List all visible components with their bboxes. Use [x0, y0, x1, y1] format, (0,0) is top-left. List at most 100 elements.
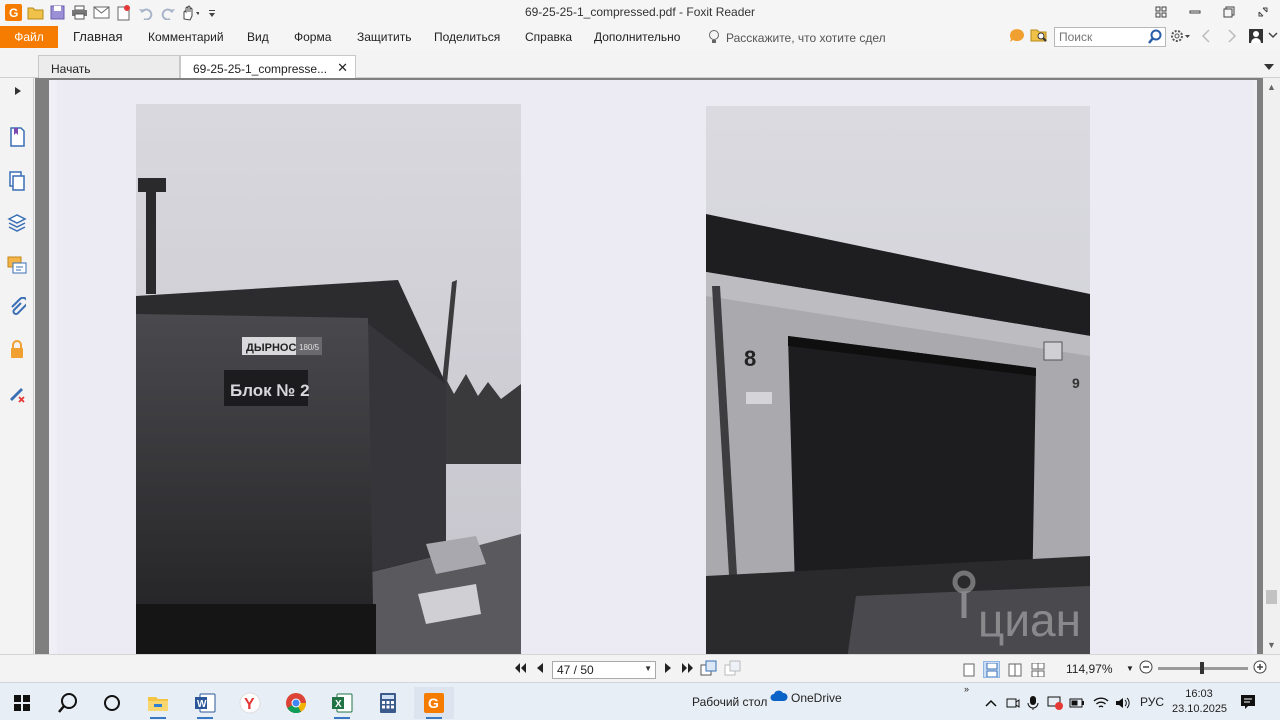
- volume-icon[interactable]: [1114, 695, 1132, 711]
- meet-now-icon[interactable]: [1004, 695, 1022, 711]
- continuous-page-icon[interactable]: [983, 661, 1000, 678]
- first-page-icon[interactable]: [514, 662, 528, 677]
- excel-icon[interactable]: X: [322, 687, 362, 719]
- pages-icon[interactable]: [6, 170, 28, 192]
- calculator-icon[interactable]: [368, 687, 408, 719]
- expand-panel-icon[interactable]: [12, 80, 24, 102]
- comments-icon[interactable]: [6, 254, 28, 276]
- nav-back-icon[interactable]: [1200, 28, 1212, 44]
- single-page-icon[interactable]: [960, 661, 977, 678]
- scrollbar-thumb[interactable]: [1266, 590, 1277, 604]
- attachments-icon[interactable]: [6, 296, 28, 318]
- nav-forward-icon[interactable]: [1226, 28, 1238, 44]
- tab-view[interactable]: Вид: [247, 30, 269, 44]
- security-icon[interactable]: [6, 338, 28, 360]
- tab-form[interactable]: Форма: [294, 30, 331, 44]
- start-button[interactable]: [2, 687, 42, 719]
- previous-page-icon[interactable]: [534, 662, 546, 677]
- svg-text:X: X: [335, 699, 342, 710]
- tell-me-box[interactable]: Расскажите, что хотите сдел: [708, 29, 886, 47]
- email-icon[interactable]: [92, 3, 111, 22]
- zoom-in-icon[interactable]: [1253, 660, 1267, 677]
- foxit-reader-icon[interactable]: G: [414, 687, 454, 719]
- account-icon[interactable]: [1248, 28, 1264, 44]
- microphone-icon[interactable]: [1024, 695, 1042, 711]
- redo-icon[interactable]: [158, 3, 177, 22]
- system-clock[interactable]: 16:03 23.10.2025: [1172, 687, 1227, 717]
- search-taskbar-icon[interactable]: [48, 687, 88, 719]
- zoom-value[interactable]: 114,97%: [1066, 662, 1112, 676]
- scroll-up-icon[interactable]: ▲: [1267, 82, 1276, 92]
- show-hidden-icons[interactable]: [982, 695, 1000, 711]
- file-explorer-icon[interactable]: [138, 687, 178, 719]
- status-bar: 47 / 50 ▼ 114,97% ▼: [0, 654, 1280, 682]
- customize-toolbar-icon[interactable]: [202, 3, 221, 22]
- collapse-ribbon-icon[interactable]: [1268, 30, 1278, 40]
- toolbar-overflow-icon[interactable]: »: [964, 684, 969, 694]
- undo-icon[interactable]: [136, 3, 155, 22]
- tab-help[interactable]: Справка: [525, 30, 572, 44]
- tab-comment[interactable]: Комментарий: [148, 30, 224, 44]
- battery-icon[interactable]: [1068, 695, 1086, 711]
- zoom-slider[interactable]: [1157, 662, 1248, 674]
- tab-share[interactable]: Поделиться: [434, 30, 500, 44]
- gate-number-left: 8: [744, 346, 756, 371]
- task-view-icon[interactable]: [92, 687, 132, 719]
- onedrive-toolbar[interactable]: OneDrive: [770, 690, 842, 705]
- feedback-icon[interactable]: [1008, 27, 1026, 46]
- tab-home[interactable]: Главная: [73, 29, 122, 44]
- tab-current-document[interactable]: 69-25-25-1_compresse... ✕: [180, 55, 356, 79]
- chrome-icon[interactable]: [276, 687, 316, 719]
- last-page-icon[interactable]: [680, 662, 694, 677]
- tab-start[interactable]: Начать: [38, 55, 180, 78]
- find-folder-icon[interactable]: [1030, 27, 1048, 46]
- previous-view-icon[interactable]: [700, 660, 718, 679]
- page-dropdown-icon[interactable]: ▼: [644, 664, 652, 673]
- tab-list-dropdown-icon[interactable]: [1264, 59, 1274, 73]
- restore-icon[interactable]: [1212, 0, 1246, 24]
- vertical-scrollbar[interactable]: ▲ ▼: [1263, 78, 1280, 654]
- search-field[interactable]: [1054, 27, 1166, 47]
- foxit-app-icon[interactable]: G: [4, 3, 23, 22]
- save-icon[interactable]: [48, 3, 67, 22]
- signature-icon[interactable]: [6, 382, 28, 404]
- continuous-facing-icon[interactable]: [1029, 661, 1046, 678]
- next-page-icon[interactable]: [662, 662, 674, 677]
- tab-extras[interactable]: Дополнительно: [594, 30, 680, 44]
- security-alert-icon[interactable]: [1046, 695, 1064, 711]
- search-input[interactable]: [1055, 29, 1141, 45]
- yandex-browser-icon[interactable]: Y: [230, 687, 270, 719]
- facing-pages-icon[interactable]: [1006, 661, 1023, 678]
- print-icon[interactable]: [70, 3, 89, 22]
- wifi-icon[interactable]: [1092, 695, 1110, 711]
- zoom-controls: ▼: [1126, 660, 1267, 677]
- notifications-icon[interactable]: [1240, 694, 1256, 713]
- input-language-indicator[interactable]: РУС: [1140, 695, 1164, 709]
- scroll-down-icon[interactable]: ▼: [1267, 640, 1276, 650]
- file-tab[interactable]: Файл: [0, 26, 58, 48]
- photo-garage-gate: 8 9 циан: [706, 106, 1090, 654]
- settings-icon[interactable]: [1170, 28, 1192, 44]
- restore-down-icon[interactable]: [1246, 0, 1280, 24]
- new-document-icon[interactable]: [114, 3, 133, 22]
- desktop-toolbar-label[interactable]: Рабочий стол: [692, 695, 767, 709]
- layers-icon[interactable]: [6, 212, 28, 234]
- search-icon[interactable]: [1147, 29, 1163, 48]
- zoom-slider-knob[interactable]: [1200, 662, 1205, 674]
- running-indicator: [197, 717, 213, 719]
- ribbon-display-options-icon[interactable]: [1144, 0, 1178, 24]
- zoom-out-icon[interactable]: [1139, 660, 1153, 677]
- hand-tool-icon[interactable]: [180, 3, 199, 22]
- zoom-dropdown-icon[interactable]: ▼: [1126, 664, 1134, 673]
- next-view-icon[interactable]: [724, 660, 742, 679]
- document-viewport[interactable]: ДЫРНОС 180/5 Блок № 2 8 9 циан: [35, 78, 1263, 654]
- bookmark-icon[interactable]: [6, 126, 28, 148]
- quick-access-toolbar: G: [4, 3, 221, 22]
- page-number-field[interactable]: 47 / 50 ▼: [552, 660, 656, 679]
- open-icon[interactable]: [26, 3, 45, 22]
- close-tab-icon[interactable]: ✕: [337, 60, 348, 76]
- running-indicator: [334, 717, 350, 719]
- word-icon[interactable]: W: [185, 687, 225, 719]
- tab-protect[interactable]: Защитить: [357, 30, 411, 44]
- minimize-icon[interactable]: [1178, 0, 1212, 24]
